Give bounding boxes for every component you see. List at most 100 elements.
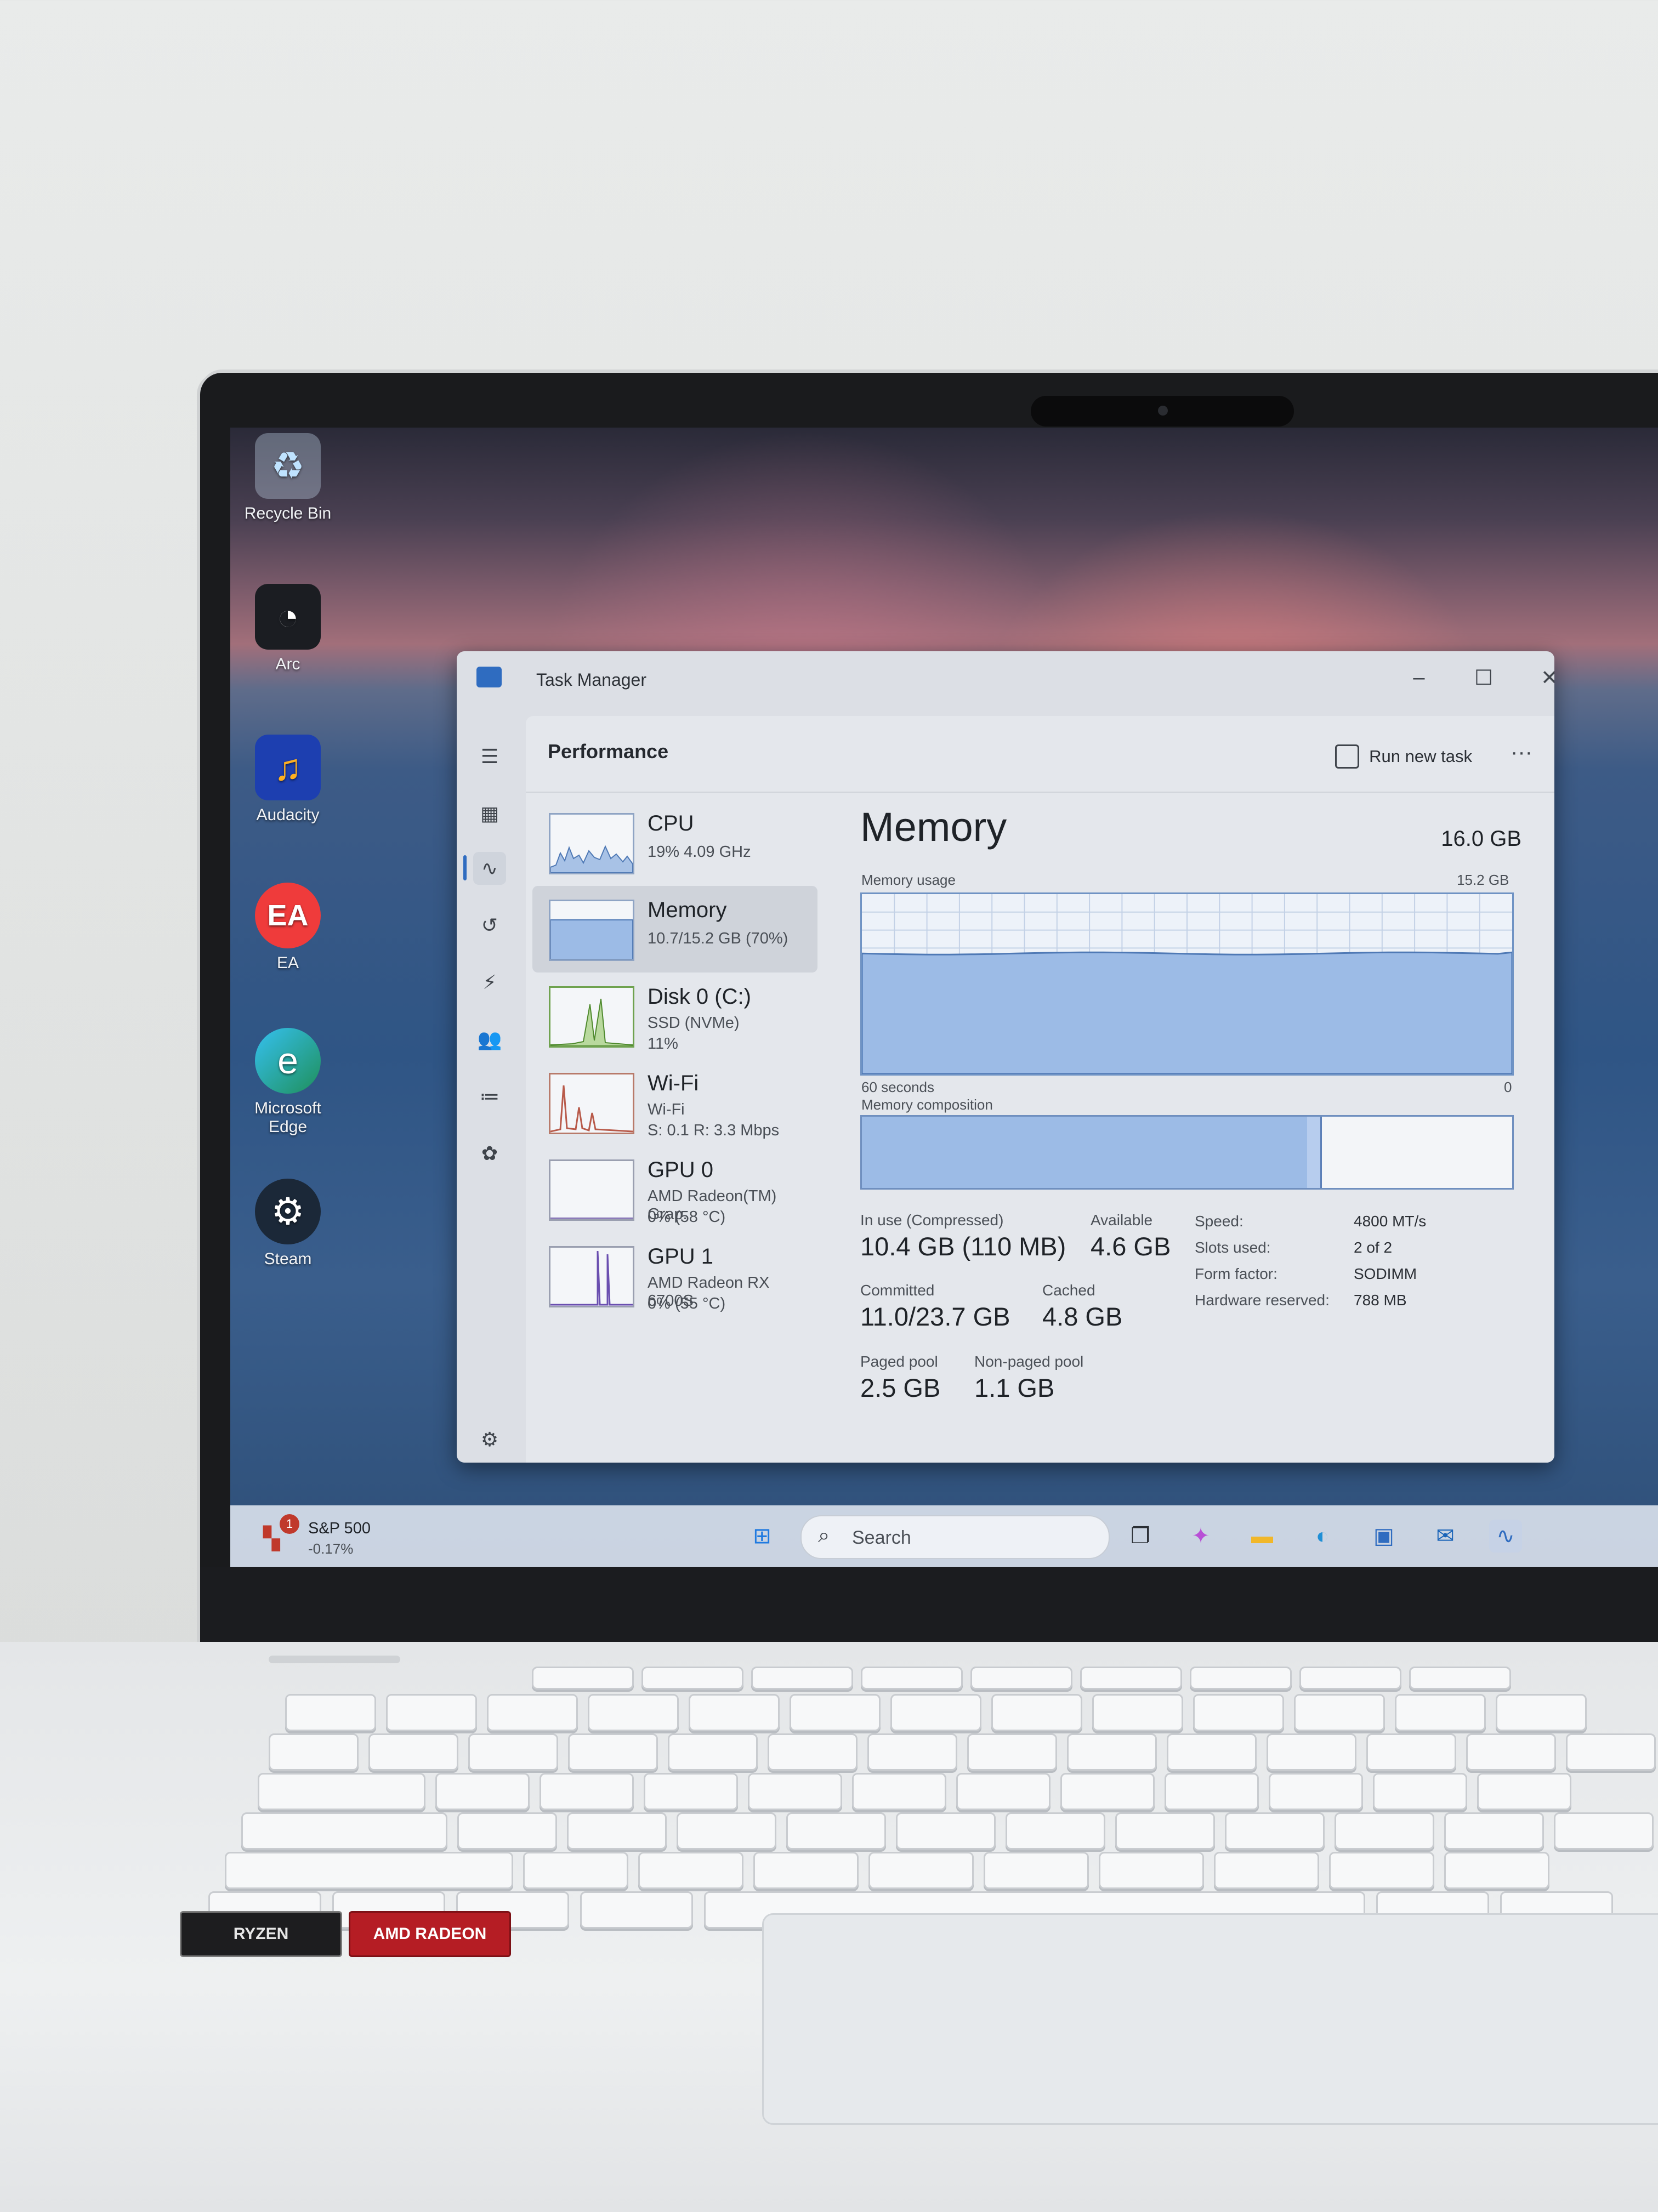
keyboard-key[interactable]	[890, 1694, 981, 1731]
task-manager-taskbar-icon[interactable]: ∿	[1489, 1520, 1522, 1553]
keyboard-key[interactable]	[677, 1812, 776, 1850]
settings-gear-icon[interactable]: ⚙	[473, 1423, 506, 1456]
keyboard-key[interactable]	[689, 1694, 780, 1731]
keyboard-key[interactable]	[1294, 1694, 1385, 1731]
keyboard-key[interactable]	[956, 1773, 1051, 1810]
keyboard-key[interactable]	[991, 1694, 1082, 1731]
keyboard-key[interactable]	[1267, 1733, 1356, 1771]
keyboard-key[interactable]	[861, 1667, 963, 1690]
keyboard-key[interactable]	[540, 1773, 634, 1810]
file-explorer-icon[interactable]: ▬	[1246, 1520, 1279, 1553]
desktop-icon-ea[interactable]: EA EA	[241, 883, 334, 973]
keyboard-key[interactable]	[588, 1694, 679, 1731]
app-history-icon[interactable]: ↺	[473, 909, 506, 942]
desktop-icon-recycle-bin[interactable]: ♻ Recycle Bin	[241, 433, 334, 523]
keyboard-key[interactable]	[753, 1852, 859, 1889]
keyboard-key[interactable]	[868, 1852, 974, 1889]
services-icon[interactable]: ✿	[473, 1137, 506, 1170]
perf-item-cpu[interactable]: CPU 19% 4.09 GHz	[532, 799, 817, 886]
start-button[interactable]: ⊞	[746, 1520, 779, 1553]
perf-item-memory[interactable]: Memory 10.7/15.2 GB (70%)	[532, 886, 817, 973]
keyboard-key[interactable]	[852, 1773, 946, 1810]
stock-widget[interactable]: ▚ 1 S&P 500 -0.17%	[263, 1514, 428, 1558]
perf-item-gpu1[interactable]: GPU 1 AMD Radeon RX 6700S 0% (55 °C)	[532, 1232, 817, 1319]
keyboard-key[interactable]	[644, 1773, 738, 1810]
keyboard-key[interactable]	[668, 1733, 758, 1771]
keyboard-key[interactable]	[1299, 1667, 1401, 1690]
outlook-icon[interactable]: ✉	[1429, 1520, 1462, 1553]
keyboard-key[interactable]	[1409, 1667, 1511, 1690]
composition-modified[interactable]	[1307, 1117, 1322, 1188]
keyboard-key[interactable]	[1477, 1773, 1571, 1810]
keyboard-key[interactable]	[269, 1733, 359, 1771]
keyboard-key[interactable]	[1092, 1694, 1183, 1731]
keyboard-key[interactable]	[638, 1852, 743, 1889]
maximize-button[interactable]: ☐	[1464, 661, 1503, 694]
keyboard-key[interactable]	[1060, 1773, 1155, 1810]
keyboard-key[interactable]	[967, 1733, 1057, 1771]
keyboard-key[interactable]	[457, 1812, 557, 1850]
keyboard-key[interactable]	[1444, 1812, 1544, 1850]
keyboard-key[interactable]	[1080, 1667, 1182, 1690]
keyboard-key[interactable]	[1269, 1773, 1363, 1810]
perf-item-disk[interactable]: Disk 0 (C:) SSD (NVMe) 11%	[532, 973, 817, 1059]
desktop-icon-arc[interactable]: ◔ Arc	[241, 584, 334, 674]
keyboard-key[interactable]	[225, 1852, 513, 1889]
keyboard-key[interactable]	[1554, 1812, 1654, 1850]
keyboard-key[interactable]	[748, 1773, 842, 1810]
keyboard-key[interactable]	[1366, 1733, 1456, 1771]
performance-icon[interactable]: ∿	[473, 852, 506, 885]
keyboard-key[interactable]	[1444, 1852, 1549, 1889]
keyboard-key[interactable]	[790, 1694, 881, 1731]
keyboard-key[interactable]	[1225, 1812, 1325, 1850]
keyboard-key[interactable]	[487, 1694, 578, 1731]
keyboard-key[interactable]	[1214, 1852, 1319, 1889]
users-icon[interactable]: 👥	[473, 1023, 506, 1056]
keyboard-key[interactable]	[468, 1733, 558, 1771]
keyboard-key[interactable]	[368, 1733, 458, 1771]
keyboard-key[interactable]	[241, 1812, 447, 1850]
keyboard-key[interactable]	[984, 1852, 1089, 1889]
keyboard-key[interactable]	[896, 1812, 996, 1850]
keyboard-key[interactable]	[786, 1812, 886, 1850]
keyboard-key[interactable]	[386, 1694, 477, 1731]
keyboard-key[interactable]	[1115, 1812, 1215, 1850]
perf-item-wifi[interactable]: Wi-Fi Wi-Fi S: 0.1 R: 3.3 Mbps	[532, 1059, 817, 1146]
startup-apps-icon[interactable]: ⚡	[473, 966, 506, 999]
keyboard-key[interactable]	[1006, 1812, 1105, 1850]
keyboard-key[interactable]	[580, 1891, 693, 1929]
composition-in-use[interactable]	[862, 1117, 1309, 1188]
details-icon[interactable]: ≔	[473, 1080, 506, 1113]
keyboard-key[interactable]	[1395, 1694, 1486, 1731]
keyboard-key[interactable]	[867, 1733, 957, 1771]
keyboard-key[interactable]	[1193, 1694, 1284, 1731]
keyboard-key[interactable]	[1335, 1812, 1434, 1850]
keyboard-key[interactable]	[1496, 1694, 1587, 1731]
keyboard-key[interactable]	[568, 1733, 658, 1771]
keyboard-key[interactable]	[641, 1667, 743, 1690]
keyboard-key[interactable]	[1190, 1667, 1292, 1690]
keyboard-key[interactable]	[532, 1667, 634, 1690]
title-bar[interactable]: Task Manager – ☐ ✕	[457, 651, 1554, 716]
keyboard-key[interactable]	[1329, 1852, 1434, 1889]
more-options-button[interactable]: ···	[1511, 740, 1532, 765]
processes-icon[interactable]: ▦	[473, 797, 506, 830]
store-icon[interactable]: ▣	[1367, 1520, 1400, 1553]
run-new-task-button[interactable]: Run new task	[1335, 744, 1472, 769]
desktop-icon-edge[interactable]: e Microsoft Edge	[241, 1028, 334, 1136]
touchpad[interactable]	[762, 1913, 1658, 2125]
keyboard-key[interactable]	[435, 1773, 530, 1810]
keyboard-key[interactable]	[285, 1694, 376, 1731]
desktop-icon-steam[interactable]: ⚙ Steam	[241, 1179, 334, 1269]
close-button[interactable]: ✕	[1530, 661, 1554, 694]
keyboard-key[interactable]	[970, 1667, 1072, 1690]
edge-icon[interactable]: ◐	[1306, 1520, 1339, 1553]
minimize-button[interactable]: –	[1400, 661, 1438, 694]
keyboard-key[interactable]	[751, 1667, 853, 1690]
hamburger-menu-icon[interactable]: ☰	[473, 740, 506, 773]
perf-item-gpu0[interactable]: GPU 0 AMD Radeon(TM) Grap. 0% (58 °C)	[532, 1146, 817, 1232]
keyboard-key[interactable]	[1373, 1773, 1467, 1810]
keyboard-key[interactable]	[567, 1812, 667, 1850]
task-view-icon[interactable]: ❐	[1124, 1520, 1157, 1553]
keyboard-key[interactable]	[258, 1773, 425, 1810]
